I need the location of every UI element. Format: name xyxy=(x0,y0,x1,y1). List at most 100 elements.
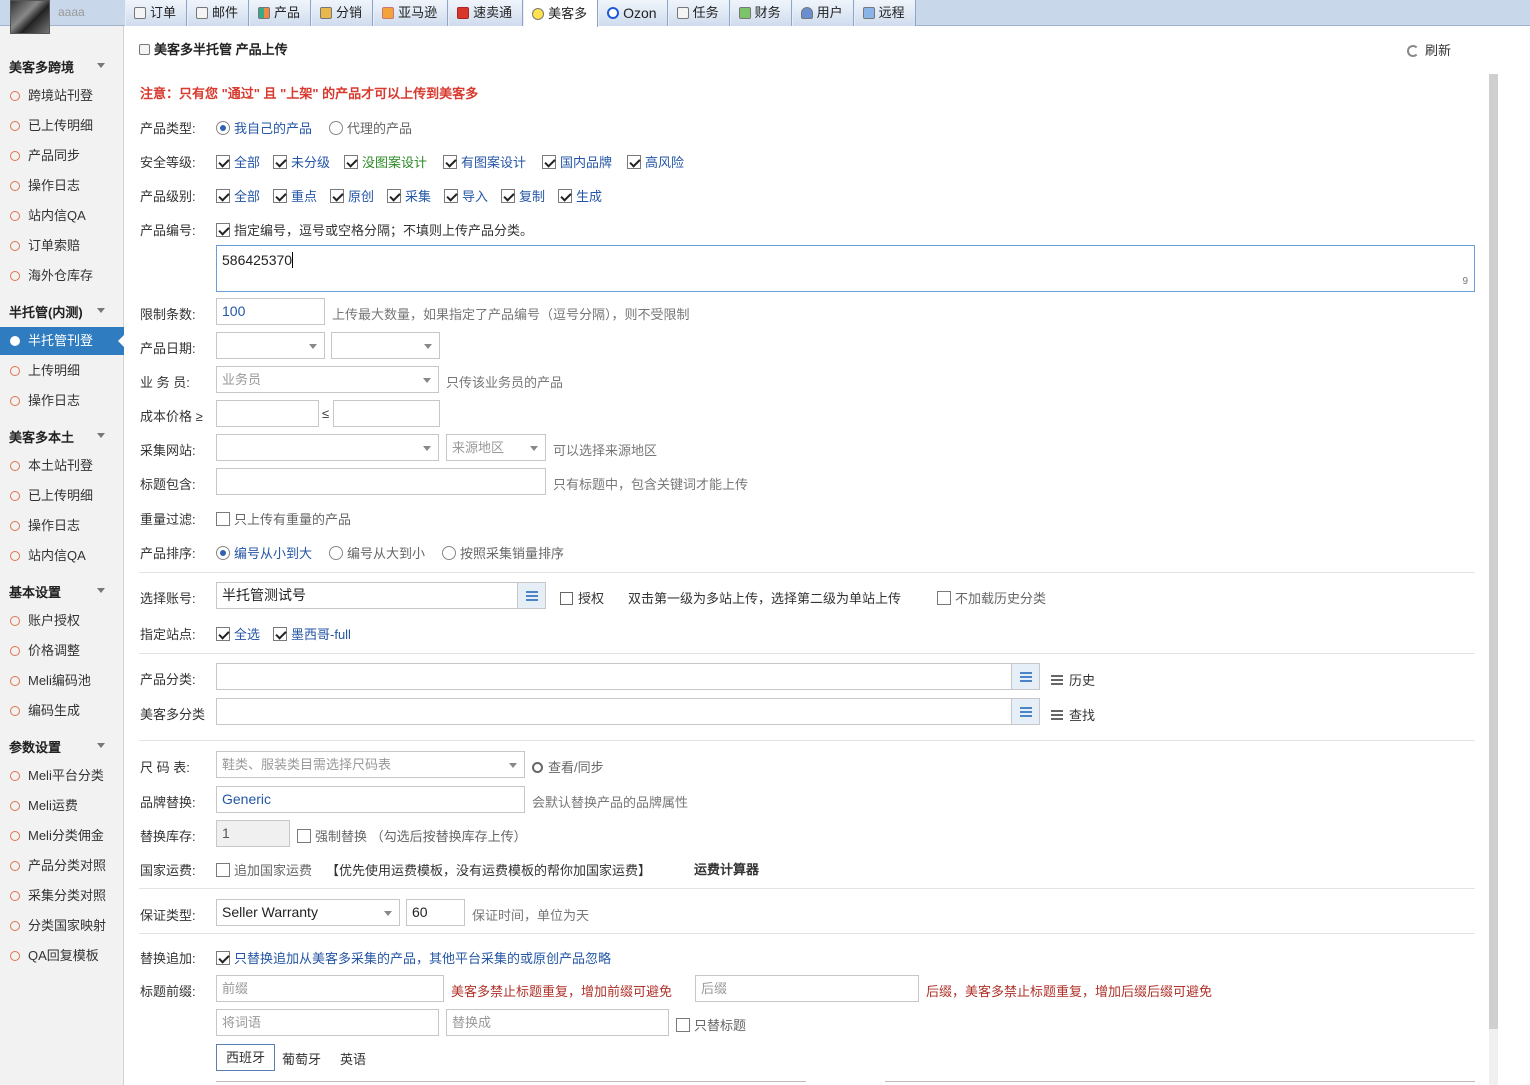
sidebar-item[interactable]: Meli运费 xyxy=(0,792,124,820)
prefix-input[interactable]: 前缀 xyxy=(216,975,444,1002)
sidebar-item[interactable]: 本土站刊登 xyxy=(0,452,124,480)
sidebar-group-semi-managed[interactable]: 半托管(内测) xyxy=(9,302,105,321)
tab-distribution[interactable]: 分销 xyxy=(311,0,374,26)
category-input[interactable] xyxy=(216,663,1040,690)
sidebar-item[interactable]: 价格调整 xyxy=(0,637,124,665)
level-imported-checkbox[interactable]: 导入 xyxy=(444,186,488,205)
level-copied-checkbox[interactable]: 复制 xyxy=(501,186,545,205)
tab-aliexpress[interactable]: 速卖通 xyxy=(448,0,524,26)
warranty-type-select[interactable]: Seller Warranty xyxy=(216,899,400,926)
find-button[interactable]: 查找 xyxy=(1051,705,1095,724)
date-from-select[interactable] xyxy=(216,332,325,359)
word-input[interactable]: 将词语 xyxy=(216,1009,439,1036)
sidebar-item[interactable]: 已上传明细 xyxy=(0,482,124,510)
sidebar-item[interactable]: 账户授权 xyxy=(0,607,124,635)
tab-mail[interactable]: 邮件 xyxy=(187,0,250,26)
mercado-category-input[interactable] xyxy=(216,698,1040,725)
sidebar-item[interactable]: Meli平台分类 xyxy=(0,762,124,790)
tab-users[interactable]: 用户 xyxy=(791,0,854,26)
suffix-input[interactable]: 后缀 xyxy=(695,975,919,1002)
limit-input[interactable]: 100 xyxy=(216,298,325,325)
sidebar-group-local[interactable]: 美客多本土 xyxy=(9,427,105,446)
sidebar-item[interactable]: Meli分类佣金 xyxy=(0,822,124,850)
sort-sales-radio[interactable]: 按照采集销量排序 xyxy=(442,543,564,562)
size-view-button[interactable]: 查看/同步 xyxy=(532,757,604,776)
sidebar-item[interactable]: 产品分类对照 xyxy=(0,852,124,880)
force-replace-checkbox[interactable]: 强制替换 （勾选后按替换库存上传） xyxy=(297,826,527,845)
stock-input[interactable]: 1 xyxy=(216,820,290,847)
tab-products[interactable]: 产品 xyxy=(249,0,312,26)
sidebar-item[interactable]: 海外仓库存 xyxy=(0,262,124,290)
history-button[interactable]: 历史 xyxy=(1051,670,1095,689)
specify-code-checkbox[interactable]: 指定编号，逗号或空格分隔；不填则上传产品分类。 xyxy=(216,220,533,239)
list-icon[interactable] xyxy=(517,583,545,608)
cost-min-input[interactable] xyxy=(216,400,319,427)
lang-tab-english[interactable]: 英语 xyxy=(340,1049,366,1068)
safety-all-checkbox[interactable]: 全部 xyxy=(216,152,260,171)
size-chart-select[interactable]: 鞋类、服装类目需选择尺码表 xyxy=(216,751,525,778)
sidebar-item-semi-managed-listing[interactable]: 半托管刊登 xyxy=(0,327,125,355)
sidebar-item[interactable]: 站内信QA xyxy=(0,202,124,230)
warranty-days-input[interactable]: 60 xyxy=(406,899,465,926)
product-code-textarea[interactable]: 586425370 9 xyxy=(216,245,1475,292)
sidebar-item[interactable]: 操作日志 xyxy=(0,387,124,415)
sidebar-group-cross-border[interactable]: 美客多跨境 xyxy=(9,57,105,76)
cost-max-input[interactable] xyxy=(333,400,440,427)
vertical-scrollbar[interactable] xyxy=(1489,74,1498,1085)
level-original-checkbox[interactable]: 原创 xyxy=(330,186,374,205)
brand-input[interactable]: Generic xyxy=(216,786,525,813)
level-all-checkbox[interactable]: 全部 xyxy=(216,186,260,205)
weight-only-checkbox[interactable]: 只上传有重量的产品 xyxy=(216,509,351,528)
replace-only-checkbox[interactable]: 只替换追加从美客多采集的产品，其他平台采集的或原创产品忽略 xyxy=(216,948,611,967)
add-shipping-checkbox[interactable]: 追加国家运费 xyxy=(216,860,312,879)
list-icon[interactable] xyxy=(1011,699,1039,724)
sidebar-item[interactable]: 分类国家映射 xyxy=(0,912,124,940)
list-icon[interactable] xyxy=(1011,664,1039,689)
sidebar-item[interactable]: Meli编码池 xyxy=(0,667,124,695)
auth-button[interactable]: 授权 xyxy=(560,588,604,607)
logo[interactable] xyxy=(10,0,50,34)
safety-high-risk-checkbox[interactable]: 高风险 xyxy=(627,152,684,171)
radio-own-products[interactable]: 我自己的产品 xyxy=(216,118,312,137)
sort-asc-radio[interactable]: 编号从小到大 xyxy=(216,543,312,562)
sort-desc-radio[interactable]: 编号从大到小 xyxy=(329,543,425,562)
sidebar-item[interactable]: 操作日志 xyxy=(0,512,124,540)
refresh-button[interactable]: 刷新 xyxy=(1407,40,1451,59)
station-mexico-checkbox[interactable]: 墨西哥-full xyxy=(273,624,351,643)
sidebar-item[interactable]: 编码生成 xyxy=(0,697,124,725)
level-key-checkbox[interactable]: 重点 xyxy=(273,186,317,205)
staff-select[interactable]: 业务员 xyxy=(216,366,439,393)
tab-ozon[interactable]: Ozon xyxy=(598,0,668,26)
lang-tab-portuguese[interactable]: 葡萄牙 xyxy=(282,1049,321,1068)
tab-remote[interactable]: 远程 xyxy=(853,0,916,26)
replace-with-input[interactable]: 替换成 xyxy=(446,1009,669,1036)
only-title-checkbox[interactable]: 只替标题 xyxy=(676,1015,746,1034)
tab-tasks[interactable]: 任务 xyxy=(667,0,730,26)
date-to-select[interactable] xyxy=(331,332,440,359)
safety-unrated-checkbox[interactable]: 未分级 xyxy=(273,152,330,171)
sidebar-group-basic-settings[interactable]: 基本设置 xyxy=(9,582,105,601)
tab-mercadolibre[interactable]: 美客多 xyxy=(523,0,599,27)
safety-no-pattern-checkbox[interactable]: 没图案设计 xyxy=(344,152,427,171)
no-history-checkbox[interactable]: 不加载历史分类 xyxy=(937,588,1046,607)
sidebar-item[interactable]: 操作日志 xyxy=(0,172,124,200)
level-generated-checkbox[interactable]: 生成 xyxy=(558,186,602,205)
station-all-checkbox[interactable]: 全选 xyxy=(216,624,260,643)
shipping-calculator-link[interactable]: 运费计算器 xyxy=(694,859,759,878)
scrollbar-thumb[interactable] xyxy=(1489,74,1498,1029)
tab-finance[interactable]: 财务 xyxy=(729,0,792,26)
tab-orders[interactable]: 订单 xyxy=(125,0,188,26)
sidebar-item[interactable]: 采集分类对照 xyxy=(0,882,124,910)
sidebar-item[interactable]: QA回复模板 xyxy=(0,942,124,970)
safety-pattern-checkbox[interactable]: 有图案设计 xyxy=(443,152,526,171)
title-contains-input[interactable] xyxy=(216,468,546,495)
radio-agent-products[interactable]: 代理的产品 xyxy=(329,118,412,137)
level-collected-checkbox[interactable]: 采集 xyxy=(387,186,431,205)
sidebar-item[interactable]: 跨境站刊登 xyxy=(0,82,124,110)
sidebar-item[interactable]: 订单索赔 xyxy=(0,232,124,260)
region-select[interactable]: 来源地区 xyxy=(446,434,546,461)
sidebar-group-params[interactable]: 参数设置 xyxy=(9,737,105,756)
safety-domestic-brand-checkbox[interactable]: 国内品牌 xyxy=(542,152,612,171)
lang-tab-spanish[interactable]: 西班牙 xyxy=(216,1044,275,1071)
site-select[interactable] xyxy=(216,434,439,461)
